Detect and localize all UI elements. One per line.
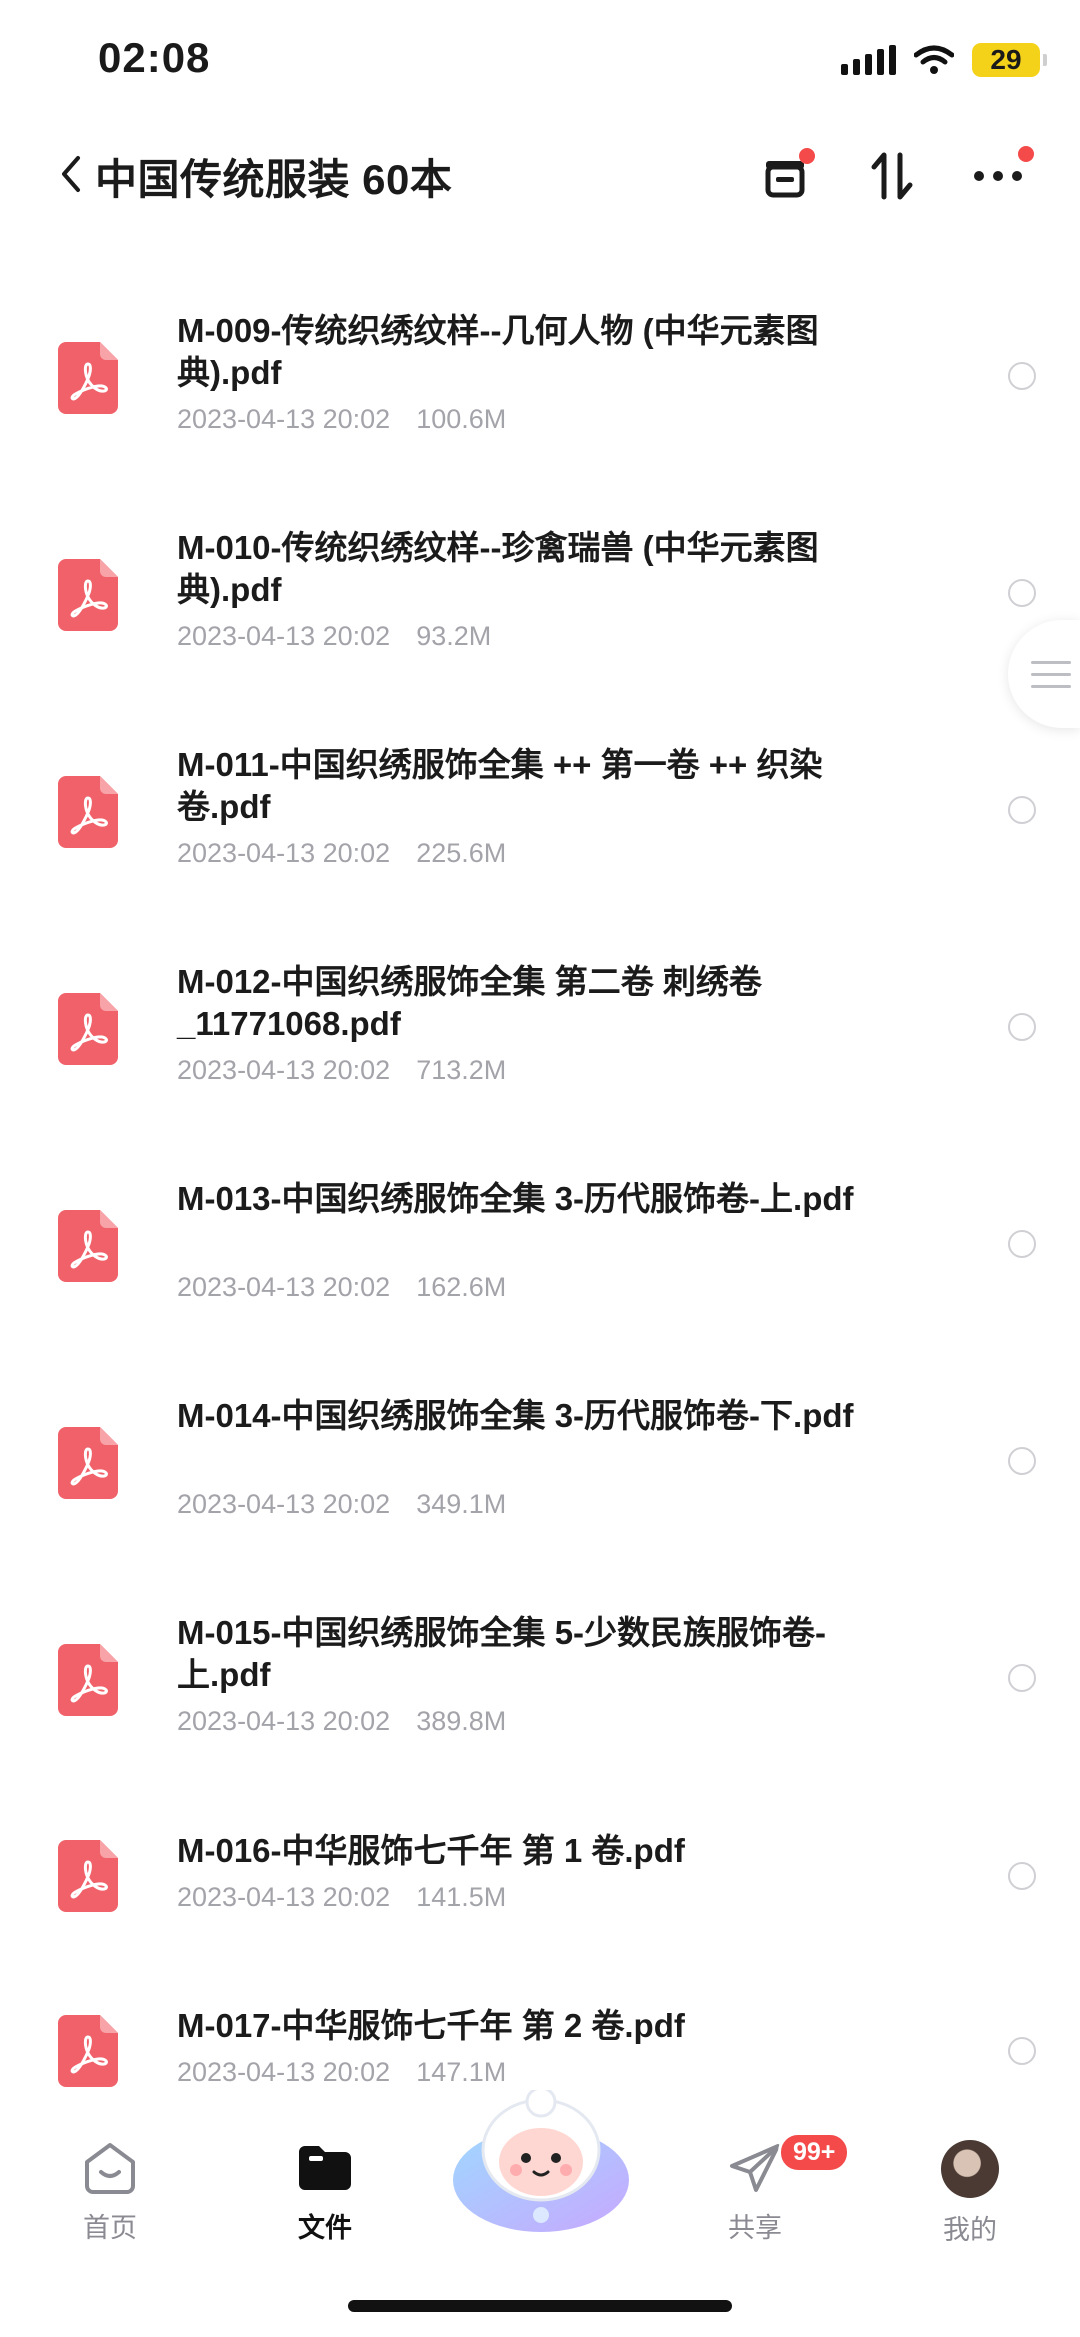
notification-dot [1018, 146, 1034, 162]
wifi-icon [914, 45, 954, 74]
file-name: M-015-中国织绣服饰全集 5-少数民族服饰卷-上.pdf [177, 1614, 827, 1693]
pdf-file-icon [58, 776, 118, 848]
status-icons: 29 [841, 38, 1047, 82]
file-name: M-013-中国织绣服饰全集 3-历代服饰卷-上.pdf [177, 1180, 854, 1217]
file-meta: 2023-04-13 20:02 349.1M [177, 1489, 506, 1520]
header: 中国传统服装 60本 [0, 120, 1080, 230]
sort-button[interactable] [862, 146, 922, 206]
cellular-signal-icon [841, 45, 896, 75]
file-size: 713.2M [416, 1055, 507, 1085]
send-icon [730, 2144, 780, 2192]
pdf-file-icon [58, 2015, 118, 2087]
file-meta: 2023-04-13 20:02 147.1M [177, 2057, 506, 2088]
battery-indicator: 29 [972, 43, 1047, 77]
folder-icon [299, 2146, 351, 2190]
file-name: M-017-中华服饰七千年 第 2 卷.pdf [177, 2007, 685, 2044]
file-name: M-010-传统织绣纹样--珍禽瑞兽 (中华元素图典).pdf [177, 529, 819, 608]
notification-dot [799, 148, 815, 164]
file-date: 2023-04-13 20:02 [177, 1272, 391, 1302]
tab-label: 共享 [728, 2213, 782, 2243]
file-name: M-011-中国织绣服饰全集 ++ 第一卷 ++ 织染卷.pdf [177, 746, 823, 825]
file-meta: 2023-04-13 20:02 713.2M [177, 1055, 506, 1086]
tab-label: 我的 [943, 2215, 997, 2245]
file-size: 349.1M [416, 1489, 507, 1519]
tab-files[interactable]: 文件 [265, 2140, 385, 2245]
select-checkbox[interactable] [1008, 1013, 1036, 1041]
file-date: 2023-04-13 20:02 [177, 838, 391, 868]
file-meta: 2023-04-13 20:02 93.2M [177, 621, 491, 652]
select-checkbox[interactable] [1008, 1230, 1036, 1258]
pdf-file-icon [58, 1427, 118, 1499]
file-date: 2023-04-13 20:02 [177, 2057, 391, 2087]
tab-home[interactable]: 首页 [50, 2140, 170, 2245]
file-date: 2023-04-13 20:02 [177, 1882, 391, 1912]
pdf-file-icon [58, 1840, 118, 1912]
file-name: M-009-传统织绣纹样--几何人物 (中华元素图典).pdf [177, 312, 819, 391]
file-meta: 2023-04-13 20:02 162.6M [177, 1272, 506, 1303]
file-meta: 2023-04-13 20:02 141.5M [177, 1882, 506, 1913]
file-size: 100.6M [416, 404, 507, 434]
file-size: 147.1M [416, 2057, 507, 2087]
select-checkbox[interactable] [1008, 362, 1036, 390]
file-size: 93.2M [416, 621, 492, 651]
file-size: 141.5M [416, 1882, 507, 1912]
file-size: 389.8M [416, 1706, 507, 1736]
status-time: 02:08 [98, 34, 211, 81]
file-date: 2023-04-13 20:02 [177, 621, 391, 651]
file-meta: 2023-04-13 20:02 225.6M [177, 838, 506, 869]
tab-label: 首页 [83, 2213, 137, 2243]
file-name: M-012-中国织绣服饰全集 第二卷 刺绣卷_11771068.pdf [177, 963, 762, 1042]
tab-profile[interactable]: 我的 [910, 2140, 1030, 2247]
home-icon [85, 2143, 135, 2194]
select-checkbox[interactable] [1008, 1664, 1036, 1692]
file-date: 2023-04-13 20:02 [177, 1489, 391, 1519]
back-button[interactable] [58, 144, 98, 204]
select-checkbox[interactable] [1008, 1447, 1036, 1475]
select-checkbox[interactable] [1008, 579, 1036, 607]
avatar [941, 2140, 999, 2198]
home-indicator [348, 2300, 732, 2312]
pdf-file-icon [58, 559, 118, 631]
file-date: 2023-04-13 20:02 [177, 1055, 391, 1085]
share-badge: 99+ [778, 2132, 851, 2173]
page-title: 中国传统服装 60本 [95, 156, 453, 203]
pdf-file-icon [58, 1210, 118, 1282]
chevron-left-icon [62, 156, 80, 192]
assistant-mascot-button[interactable] [448, 2090, 634, 2240]
file-date: 2023-04-13 20:02 [177, 404, 391, 434]
sort-icon [871, 152, 913, 200]
status-bar: 02:08 29 [0, 0, 1080, 120]
more-button[interactable] [968, 146, 1034, 206]
select-checkbox[interactable] [1008, 2037, 1036, 2065]
recycle-box-button[interactable] [755, 146, 815, 206]
file-meta: 2023-04-13 20:02 389.8M [177, 1706, 506, 1737]
file-size: 225.6M [416, 838, 507, 868]
pdf-file-icon [58, 993, 118, 1065]
file-name: M-014-中国织绣服饰全集 3-历代服饰卷-下.pdf [177, 1397, 854, 1434]
pdf-file-icon [58, 1644, 118, 1716]
file-date: 2023-04-13 20:02 [177, 1706, 391, 1736]
file-size: 162.6M [416, 1272, 507, 1302]
select-checkbox[interactable] [1008, 796, 1036, 824]
more-icon [974, 171, 1022, 181]
select-checkbox[interactable] [1008, 1862, 1036, 1890]
tab-label: 文件 [298, 2213, 352, 2243]
battery-level: 29 [990, 44, 1022, 75]
pdf-file-icon [58, 342, 118, 414]
file-meta: 2023-04-13 20:02 100.6M [177, 404, 506, 435]
file-list: M-009-传统织绣纹样--几何人物 (中华元素图典).pdf 2023-04-… [0, 280, 1080, 2110]
file-name: M-016-中华服饰七千年 第 1 卷.pdf [177, 1832, 685, 1869]
